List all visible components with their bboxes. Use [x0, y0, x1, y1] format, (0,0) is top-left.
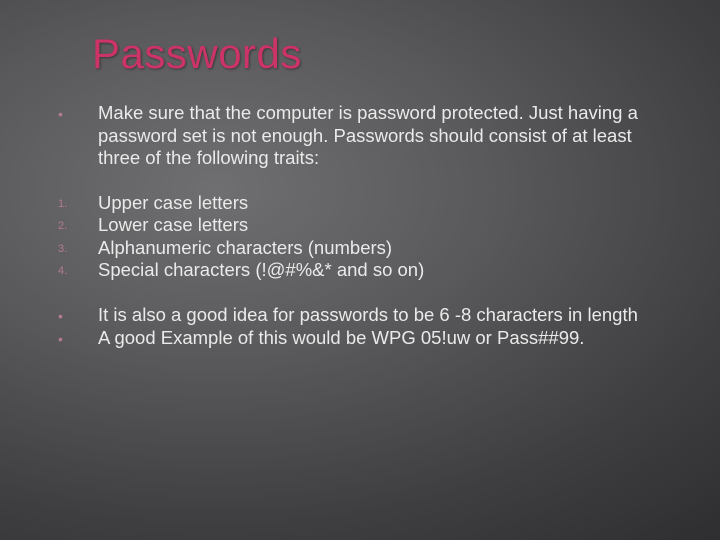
bullet-icon: • — [56, 102, 98, 122]
bullet-icon: • — [56, 327, 98, 347]
slide-body: • Make sure that the computer is passwor… — [56, 102, 670, 349]
trait-marker-1: 1. — [56, 192, 98, 210]
trait-row-4: 4. Special characters (!@#%&* and so on) — [56, 259, 670, 282]
slide-title: Passwords — [92, 30, 670, 78]
trait-row-2: 2. Lower case letters — [56, 214, 670, 237]
note-text-1: It is also a good idea for passwords to … — [98, 304, 670, 327]
note-text-2: A good Example of this would be WPG 05!u… — [98, 327, 670, 350]
slide: Passwords • Make sure that the computer … — [0, 0, 720, 540]
trait-marker-2: 2. — [56, 214, 98, 232]
intro-text: Make sure that the computer is password … — [98, 102, 670, 170]
trait-marker-3: 3. — [56, 237, 98, 255]
trait-text-2: Lower case letters — [98, 214, 670, 237]
note-row-1: • It is also a good idea for passwords t… — [56, 304, 670, 327]
trait-text-4: Special characters (!@#%&* and so on) — [98, 259, 670, 282]
trait-row-3: 3. Alphanumeric characters (numbers) — [56, 237, 670, 260]
trait-marker-4: 4. — [56, 259, 98, 277]
trait-text-3: Alphanumeric characters (numbers) — [98, 237, 670, 260]
trait-row-1: 1. Upper case letters — [56, 192, 670, 215]
bullet-icon: • — [56, 304, 98, 324]
intro-row: • Make sure that the computer is passwor… — [56, 102, 670, 170]
note-row-2: • A good Example of this would be WPG 05… — [56, 327, 670, 350]
trait-text-1: Upper case letters — [98, 192, 670, 215]
